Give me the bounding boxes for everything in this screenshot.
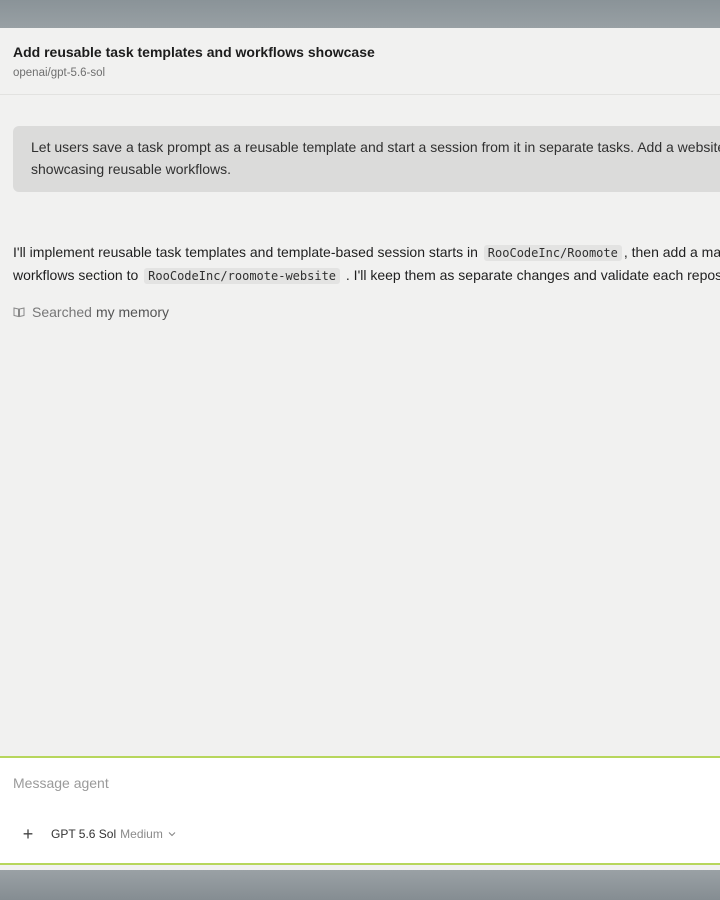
repo-code: RooCodeInc/roomote-website (144, 268, 341, 284)
model-name: GPT 5.6 Sol (51, 827, 117, 841)
book-icon (13, 307, 25, 318)
user-message-bubble: Let users save a task prompt as a reusab… (13, 126, 720, 192)
chat-header: Add reusable task templates and workflow… (0, 28, 720, 95)
user-message-line-1: Let users save a task prompt as a reusab… (31, 139, 720, 155)
message-input[interactable]: Message agent (13, 775, 109, 791)
memory-search-activity[interactable]: Searched my memory (13, 304, 169, 320)
agent-message-line-2: workflows section to RooCodeInc/roomote-… (13, 264, 720, 287)
agent-message: I'll implement reusable task templates a… (13, 241, 720, 287)
user-message-line-2: showcasing reusable workflows. (31, 161, 231, 177)
chat-window: Add reusable task templates and workflow… (0, 28, 720, 870)
chevron-down-icon (168, 832, 176, 837)
plus-icon[interactable]: + (20, 825, 36, 843)
agent-text: , then add a matching (623, 244, 720, 260)
model-selector[interactable]: GPT 5.6 Sol Medium (51, 827, 176, 841)
agent-message-line-1: I'll implement reusable task templates a… (13, 241, 720, 264)
repo-code: RooCodeInc/Roomote (483, 245, 622, 261)
agent-text: . I'll keep them as separate changes and… (345, 267, 720, 283)
model-id-label: openai/gpt-5.6-sol (13, 67, 106, 79)
agent-text: workflows section to (13, 267, 139, 283)
top-bar (0, 0, 720, 28)
activity-action: Searched (32, 304, 92, 320)
activity-target: my memory (95, 304, 170, 320)
message-composer: Message agent + GPT 5.6 Sol Medium (0, 756, 720, 865)
page-title: Add reusable task templates and workflow… (13, 44, 375, 60)
effort-level: Medium (120, 827, 163, 841)
bottom-bar (0, 870, 720, 900)
agent-text: I'll implement reusable task templates a… (13, 244, 478, 260)
